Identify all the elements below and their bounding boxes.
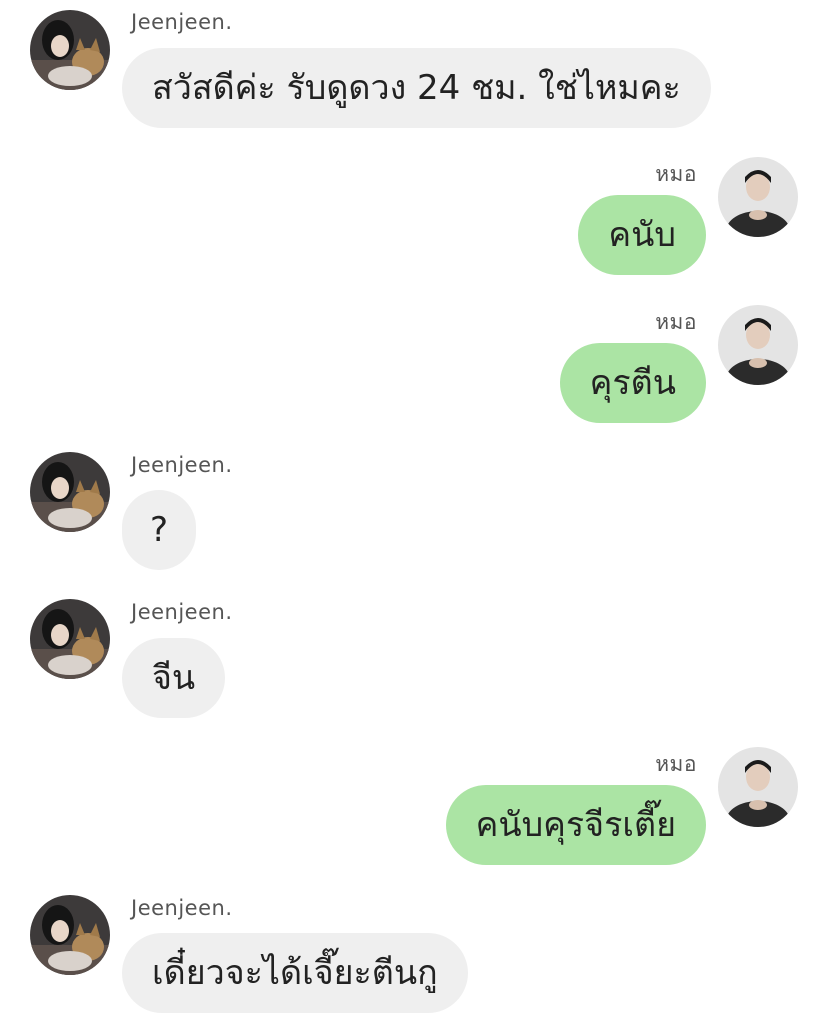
user-with-cat-avatar-icon[interactable] <box>30 599 110 679</box>
user-portrait-avatar-icon[interactable] <box>718 305 798 385</box>
user-with-cat-avatar-icon[interactable] <box>30 895 110 975</box>
message-bubble[interactable]: เดี๋ยวจะได้เจี๊ยะตีนกู <box>122 933 468 1013</box>
user-portrait-avatar-icon[interactable] <box>718 747 798 827</box>
message-bubble[interactable]: คนับ <box>578 195 706 275</box>
message-bubble[interactable]: จีน <box>122 638 226 718</box>
user-with-cat-avatar-icon[interactable] <box>30 452 110 532</box>
sender-name: Jeenjeen. <box>131 600 233 624</box>
message-bubble[interactable]: คนับคุรจีรเตี๊ย <box>445 785 706 865</box>
chat-thread: Jeenjeen. สวัสดีค่ะ รับดูดวง 24 ชม. ใช่ไ… <box>0 0 828 1033</box>
sender-name: Jeenjeen. <box>131 453 233 477</box>
user-with-cat-avatar-icon[interactable] <box>30 10 110 90</box>
sender-name: Jeenjeen. <box>131 896 233 920</box>
sender-name: หมอ <box>655 310 697 334</box>
user-portrait-avatar-icon[interactable] <box>718 157 798 237</box>
sender-name: หมอ <box>655 752 697 776</box>
message-bubble[interactable]: สวัสดีค่ะ รับดูดวง 24 ชม. ใช่ไหมคะ <box>122 48 711 128</box>
message-bubble[interactable]: คุรตีน <box>559 343 706 423</box>
sender-name: Jeenjeen. <box>131 10 233 34</box>
message-bubble[interactable]: ? <box>122 490 197 570</box>
sender-name: หมอ <box>655 162 697 186</box>
